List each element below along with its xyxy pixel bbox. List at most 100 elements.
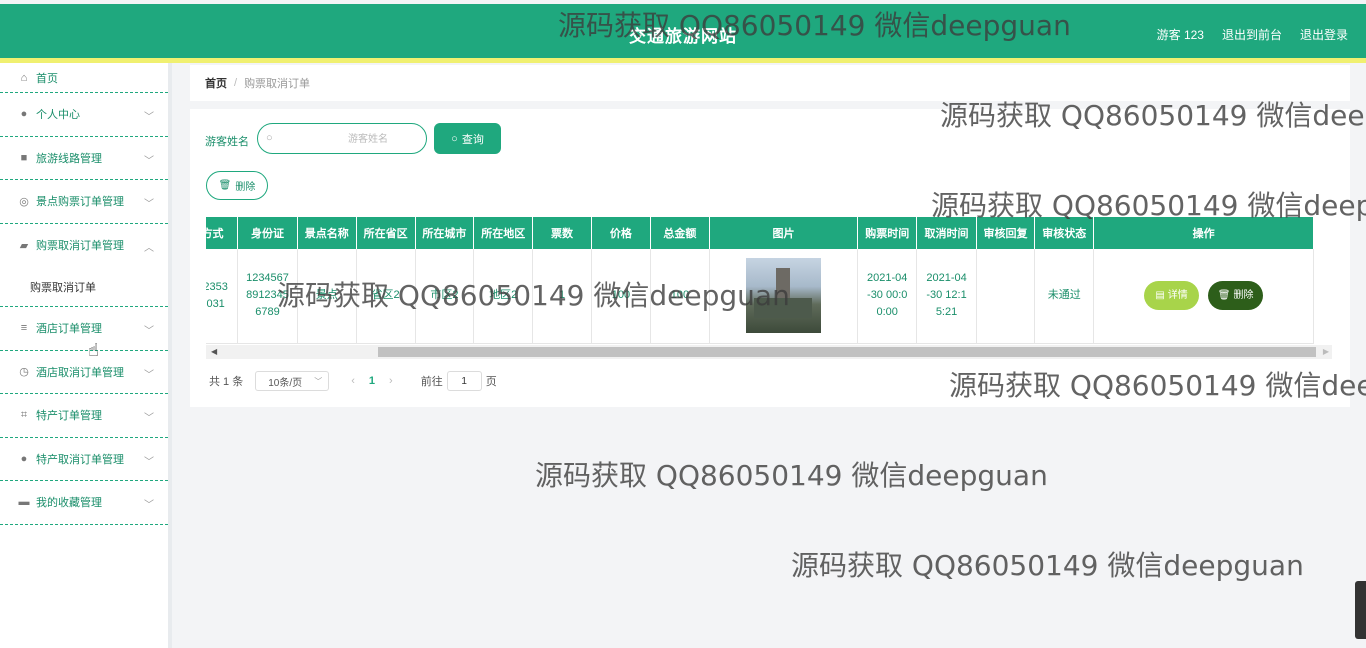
row-delete-label: 删除 xyxy=(1233,290,1254,302)
sidebar-item-label: 首页 xyxy=(36,72,58,85)
sidebar-item-home[interactable]: ⌂ 首页 xyxy=(0,63,168,93)
sidebar-item-hotel-orders[interactable]: ≡ 酒店订单管理 ﹀ xyxy=(0,307,168,351)
col-header: 方式 xyxy=(206,217,239,249)
chevron-down-icon: ﹀ xyxy=(144,155,154,167)
logout-link[interactable]: 退出登录 xyxy=(1300,26,1348,43)
table-cell: 12353 9031 xyxy=(206,249,239,344)
chevron-down-icon: ﹀ xyxy=(314,377,323,386)
sidebar-item-ticket-orders[interactable]: ◎ 景点购票订单管理 ﹀ xyxy=(0,180,168,224)
table-cell: 100 xyxy=(591,249,651,344)
batch-delete-label: 删除 xyxy=(235,182,256,193)
page-size-value: 10条/页 xyxy=(268,377,303,389)
goto-label: 前往 xyxy=(420,376,443,388)
orders-card: 游客姓名 ○ ○ 查询 🗑 删除 方式 身份证 景点名称 xyxy=(190,109,1350,407)
scroll-right-icon[interactable]: ▶ xyxy=(1323,347,1329,356)
chevron-down-icon: ﹀ xyxy=(144,112,154,124)
col-header: 所在城市 xyxy=(415,217,475,249)
search-icon: ○ xyxy=(451,132,458,145)
document-icon: ▤ xyxy=(1155,290,1165,302)
chevron-down-icon: ﹀ xyxy=(144,456,154,468)
user-label: 游客 123 xyxy=(1156,28,1204,42)
sidebar: ⌂ 首页 ● 个人中心 ﹀ ■ 旅游线路管理 ﹀ ◎ 景点购票订单管理 ﹀ ▰ … xyxy=(0,63,168,648)
sidebar-item-routes[interactable]: ■ 旅游线路管理 ﹀ xyxy=(0,137,168,180)
search-input[interactable] xyxy=(318,130,418,148)
table-cell xyxy=(976,249,1036,344)
orders-table: 方式 身份证 景点名称 所在省区 所在城市 所在地区 票数 价格 总金额 图片 … xyxy=(206,217,1314,344)
hand-cursor-icon: ☝ xyxy=(88,340,99,360)
trash-icon: 🗑 xyxy=(1217,290,1231,302)
next-page-button[interactable]: › xyxy=(389,375,393,387)
table-cell: 2021-04 -30 00:0 0:00 xyxy=(857,249,918,344)
col-header: 审核状态 xyxy=(1034,217,1095,249)
chevron-down-icon: ﹀ xyxy=(144,500,154,512)
prev-page-button[interactable]: ‹ xyxy=(351,375,355,387)
crop-icon: ⌗ xyxy=(20,408,28,421)
side-widget[interactable] xyxy=(1355,581,1366,639)
search-icon: ○ xyxy=(266,132,273,144)
watermark: 源码获取 QQ86050149 微信deepguan xyxy=(535,459,1048,492)
search-button[interactable]: ○ 查询 xyxy=(434,123,501,154)
table-horizontal-scrollbar[interactable]: ◀ ▶ xyxy=(206,345,1332,359)
table-cell-image xyxy=(709,249,859,344)
sidebar-item-label: 旅游线路管理 xyxy=(36,152,102,165)
top-header: 交通旅游网站 游客 123 退出到前台 退出登录 xyxy=(0,4,1366,58)
chevron-down-icon: ﹀ xyxy=(144,199,154,211)
detail-button-label: 详情 xyxy=(1167,290,1188,302)
sidebar-subitem-ticket-cancel[interactable]: 购票取消订单 xyxy=(0,267,168,307)
table-cell: 1234567 8912345 6789 xyxy=(237,249,298,344)
page-size-select[interactable]: 10条/页 ﹀ xyxy=(255,371,330,391)
sidebar-item-specialty-orders[interactable]: ⌗ 特产订单管理 ﹀ xyxy=(0,394,168,438)
sidebar-item-label: 酒店取消订单管理 xyxy=(36,366,124,379)
user-icon: ● xyxy=(20,108,28,121)
table-cell: 未通过 xyxy=(1034,249,1095,344)
col-header: 价格 xyxy=(591,217,651,249)
star-box-icon: ▬ xyxy=(18,496,30,509)
batch-delete-button[interactable]: 🗑 删除 xyxy=(206,171,268,200)
list-icon: ≡ xyxy=(20,322,28,335)
search-field[interactable]: ○ xyxy=(257,123,427,154)
col-header: 操作 xyxy=(1093,217,1314,249)
breadcrumb-separator: / xyxy=(234,77,238,89)
detail-button[interactable]: ▤ 详情 xyxy=(1144,281,1200,311)
col-header: 取消时间 xyxy=(916,217,977,249)
home-icon: ⌂ xyxy=(20,71,28,84)
sidebar-item-label: 景点购票订单管理 xyxy=(36,196,124,209)
scroll-left-icon[interactable]: ◀ xyxy=(211,347,217,356)
col-header: 图片 xyxy=(709,217,859,249)
bulb-icon: ● xyxy=(20,452,28,465)
pagination: 共 1 条 10条/页 ﹀ ‹ 1 › 前往 1 页 xyxy=(209,371,497,391)
goto-page-input[interactable]: 1 xyxy=(446,371,482,391)
search-label: 游客姓名 xyxy=(205,136,249,148)
sidebar-item-ticket-cancel[interactable]: ▰ 购票取消订单管理 ︿ xyxy=(0,224,168,268)
table-cell-actions: ▤ 详情 🗑 删除 xyxy=(1093,249,1314,344)
breadcrumb-home[interactable]: 首页 xyxy=(205,75,227,91)
table-cell: 2021-04 -30 12:1 5:21 xyxy=(916,249,977,344)
breadcrumb-current: 购票取消订单 xyxy=(244,78,311,90)
sidebar-item-hotel-cancel[interactable]: ◷ 酒店取消订单管理 ﹀ xyxy=(0,351,168,394)
sidebar-item-label: 我的收藏管理 xyxy=(36,497,102,510)
total-count: 共 1 条 xyxy=(209,376,244,388)
sidebar-item-label: 特产取消订单管理 xyxy=(36,453,124,466)
sidebar-item-specialty-cancel[interactable]: ● 特产取消订单管理 ﹀ xyxy=(0,438,168,481)
table-row: 12353 9031 1234567 8912345 6789 景点 省区2 市… xyxy=(206,249,1314,344)
chevron-down-icon: ﹀ xyxy=(144,326,154,338)
briefcase-icon: ■ xyxy=(20,151,28,164)
sidebar-item-favorites[interactable]: ▬ 我的收藏管理 ﹀ xyxy=(0,481,168,525)
sidebar-item-label: 酒店订单管理 xyxy=(36,323,102,336)
chevron-down-icon: ﹀ xyxy=(144,413,154,425)
sidebar-item-label: 个人中心 xyxy=(36,109,80,122)
breadcrumb: 首页 / 购票取消订单 xyxy=(190,65,1350,101)
scenic-photo[interactable] xyxy=(746,258,821,334)
sidebar-item-profile[interactable]: ● 个人中心 ﹀ xyxy=(0,93,168,137)
table-cell: 省区2 xyxy=(356,249,416,344)
to-front-link[interactable]: 退出到前台 xyxy=(1222,26,1282,43)
table-cell: 景点 xyxy=(297,249,357,344)
scrollbar-thumb[interactable] xyxy=(378,347,1316,357)
sidebar-divider xyxy=(168,63,172,648)
top-links: 游客 123 退出到前台 退出登录 xyxy=(1157,26,1348,43)
row-delete-button[interactable]: 🗑 删除 xyxy=(1208,281,1264,311)
compass-icon: ◎ xyxy=(19,195,29,208)
col-header: 审核回复 xyxy=(976,217,1036,249)
col-header: 总金额 xyxy=(650,217,710,249)
current-page[interactable]: 1 xyxy=(369,375,375,387)
